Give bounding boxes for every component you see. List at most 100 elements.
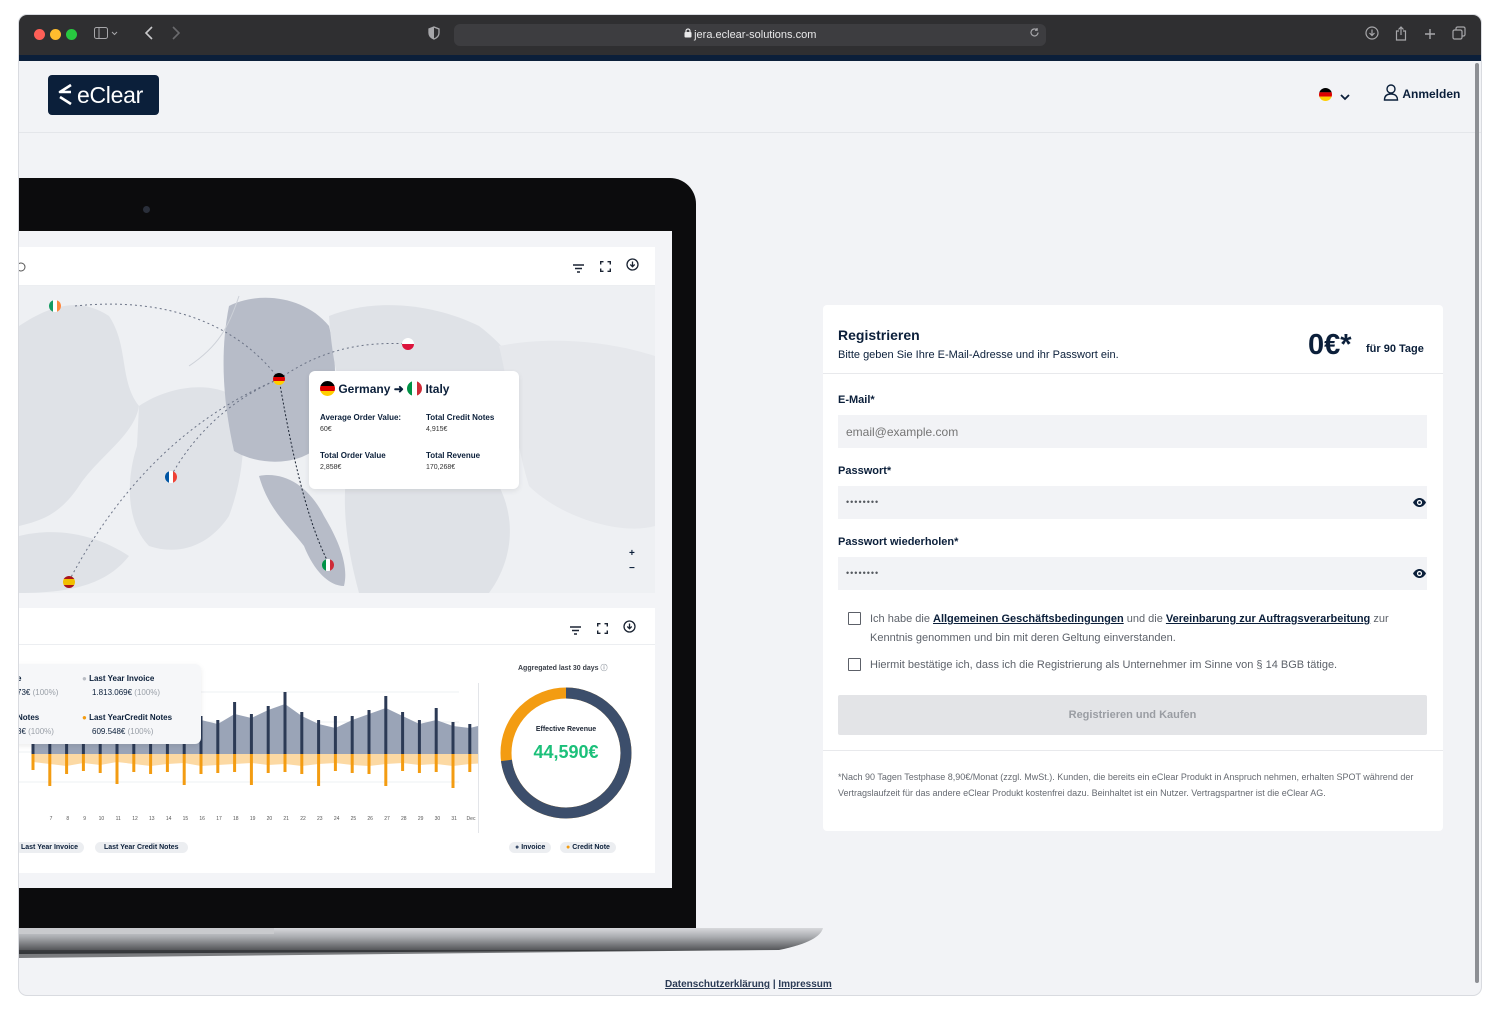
aggregated-label: Aggregated last 30 days ⓘ xyxy=(518,663,607,673)
page-footer: Datenschutzerklärung | Impressum xyxy=(665,979,832,990)
filter-icon[interactable] xyxy=(573,260,584,278)
eclear-logo[interactable]: eClear xyxy=(48,75,159,115)
minimize-window-button[interactable] xyxy=(50,29,61,40)
fullscreen-icon[interactable] xyxy=(597,621,608,639)
legend-credit-label: ● Last YearCredit Notes xyxy=(82,713,172,722)
x-tick-label: 19 xyxy=(250,816,256,822)
spain-flag-icon[interactable] xyxy=(63,575,75,593)
logo-text: eClear xyxy=(77,82,143,108)
info-icon: ⓘ xyxy=(600,665,608,672)
x-tick-label: 18 xyxy=(233,816,239,822)
credit-note-bar xyxy=(317,754,321,786)
zoom-in-button[interactable]: + xyxy=(629,548,635,559)
x-tick-label: 26 xyxy=(367,816,373,822)
download-icon[interactable] xyxy=(623,620,636,638)
chart-legend-tooltip: e 73€ (100%) Notes 3€ (100%) ● Last Year… xyxy=(19,664,201,744)
processing-agreement-link[interactable]: Vereinbarung zur Auftragsverarbeitung xyxy=(1166,613,1370,625)
language-selector[interactable] xyxy=(1319,88,1351,106)
italy-flag-icon[interactable] xyxy=(322,558,334,576)
legend-chip-credit-notes[interactable]: Last Year Credit Notes xyxy=(95,842,188,853)
form-title: Registrieren xyxy=(838,327,920,343)
legend-left-value: 3€ (100%) xyxy=(19,727,54,736)
close-window-button[interactable] xyxy=(34,29,45,40)
eye-icon[interactable] xyxy=(1412,495,1427,510)
donut-legend-credit-note[interactable]: ● Credit Note xyxy=(560,842,616,853)
donut-label: Effective Revenue xyxy=(535,726,597,733)
form-divider xyxy=(823,373,1443,374)
legend-chip-invoice[interactable]: Last Year Invoice xyxy=(19,842,85,853)
terms-link[interactable]: Allgemeinen Geschäftsbedingungen xyxy=(933,613,1124,625)
email-field[interactable] xyxy=(838,415,1427,448)
x-tick-label: 24 xyxy=(334,816,340,822)
password-repeat-label: Passwort wiederholen* xyxy=(838,536,959,548)
password-field[interactable]: •••••••• xyxy=(838,486,1427,519)
sidebar-toggle-icon[interactable] xyxy=(94,26,118,44)
page-scrollbar[interactable] xyxy=(1475,63,1479,983)
x-tick-label: 30 xyxy=(435,816,441,822)
stat-order-value: Total Order Value 2,858€ xyxy=(320,451,386,471)
zoom-out-button[interactable]: − xyxy=(629,563,635,574)
germany-flag-icon[interactable] xyxy=(273,372,285,390)
legend-left-value: 73€ (100%) xyxy=(19,688,58,697)
tab-overview-icon[interactable] xyxy=(1452,26,1466,44)
stat-label: Total Revenue xyxy=(426,451,481,460)
invoice-bar xyxy=(417,720,421,754)
legend-credit-value: 609.548€ (100%) xyxy=(92,727,153,736)
filter-icon[interactable] xyxy=(570,622,581,640)
chart-card-toolbar xyxy=(19,608,655,645)
laptop-camera xyxy=(143,206,150,213)
eclear-logo-mark xyxy=(57,83,73,112)
credit-note-bar xyxy=(283,754,287,772)
pct: (100%) xyxy=(32,688,59,697)
x-tick-label: 23 xyxy=(317,816,323,822)
credit-note-bar xyxy=(266,754,270,773)
label: Last YearCredit Notes xyxy=(89,713,173,722)
download-icon[interactable] xyxy=(626,258,639,276)
pct: (100%) xyxy=(127,727,154,736)
german-flag-icon xyxy=(1319,88,1336,105)
pct: (100%) xyxy=(134,688,161,697)
shield-icon[interactable] xyxy=(428,26,440,44)
ireland-flag-icon[interactable] xyxy=(49,299,61,317)
fullscreen-icon[interactable] xyxy=(600,259,611,277)
invoice-bar xyxy=(249,714,253,754)
download-icon[interactable] xyxy=(1365,26,1379,44)
x-tick-label: Dec xyxy=(467,816,476,822)
reload-icon[interactable] xyxy=(1029,24,1040,46)
forward-icon[interactable] xyxy=(171,26,181,44)
privacy-link[interactable]: Datenschutzerklärung xyxy=(665,979,770,990)
terms-text: Ich habe die Allgemeinen Geschäftsbeding… xyxy=(870,610,1430,648)
chart-divider xyxy=(478,683,479,833)
credit-note-bar xyxy=(350,754,354,773)
back-icon[interactable] xyxy=(144,26,154,44)
lock-icon xyxy=(684,28,695,40)
donut-legend-invoice[interactable]: ● Invoice xyxy=(509,842,552,853)
stat-value: 2,858€ xyxy=(320,464,342,471)
x-tick-label: 11 xyxy=(116,816,121,822)
register-and-buy-button[interactable]: Registrieren und Kaufen xyxy=(838,695,1427,735)
business-checkbox[interactable] xyxy=(848,658,861,671)
maximize-window-button[interactable] xyxy=(66,29,77,40)
password-repeat-field[interactable]: •••••••• xyxy=(838,557,1427,590)
login-button[interactable]: Anmelden xyxy=(1383,84,1460,104)
address-bar[interactable]: jera.eclear-solutions.com xyxy=(454,24,1046,46)
x-tick-label: 20 xyxy=(267,816,273,822)
x-tick-label: 10 xyxy=(99,816,105,822)
legend-left-label: e xyxy=(19,674,22,683)
stat-average-order: Average Order Value: 60€ xyxy=(320,413,401,433)
x-tick-label: 27 xyxy=(384,816,390,822)
credit-note-bar xyxy=(81,754,85,771)
dot-icon: ● xyxy=(515,844,520,851)
new-tab-icon[interactable] xyxy=(1424,26,1436,44)
label: Last Year Invoice xyxy=(89,674,155,683)
poland-flag-icon[interactable] xyxy=(402,337,414,355)
invoice-bar xyxy=(451,722,455,754)
france-flag-icon[interactable] xyxy=(165,470,177,488)
value: 1.813.069€ xyxy=(92,688,133,697)
imprint-link[interactable]: Impressum xyxy=(778,979,831,990)
eye-icon[interactable] xyxy=(1412,566,1427,581)
share-icon[interactable] xyxy=(1395,26,1407,45)
terms-checkbox[interactable] xyxy=(848,612,861,625)
stat-value: 170,268€ xyxy=(426,464,456,471)
legend-invoice-value: 1.813.069€ (100%) xyxy=(92,688,160,697)
